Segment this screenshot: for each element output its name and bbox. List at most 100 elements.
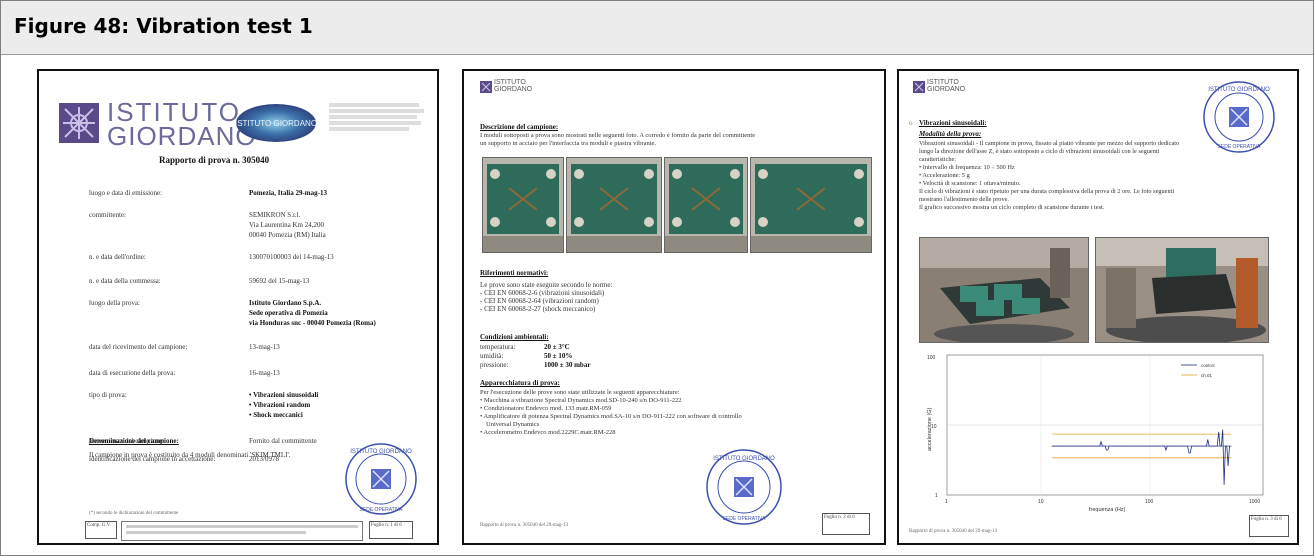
field-value: 130070100003 del 14-mag-13 — [249, 253, 334, 261]
svg-text:ISTITUTO GIORDANO: ISTITUTO GIORDANO — [713, 456, 775, 462]
logo-text-small-2: GIORDANO — [494, 86, 532, 93]
field-label: data di esecuzione della prova: — [89, 369, 175, 377]
field-value: • Vibrazioni sinusoidali — [249, 391, 318, 399]
field-value: SEMIKRON S.r.l. — [249, 211, 300, 219]
ytick-100: 100 — [927, 355, 936, 361]
field-label: data del ricevimento del campione: — [89, 343, 187, 351]
field-label: n. e data dell'ordine: — [89, 253, 146, 261]
field-value: 16-mag-13 — [249, 369, 280, 377]
equipment-4: • Accelerometro Endevco mod.2229C matr.R… — [480, 429, 616, 436]
setup-photo-2 — [1095, 237, 1269, 343]
logo-text-small-1: ISTITUTO — [927, 79, 959, 86]
sheet-number-box: Foglio n. 1 di 6 — [369, 521, 413, 539]
field-value: Pomezia, Italia 29-mag-13 — [249, 189, 327, 197]
report-page-2: ISTITUTO GIORDANO Descrizione del campio… — [462, 69, 886, 545]
stamp-icon: ISTITUTO GIORDANO SEDE OPERATIVA — [704, 447, 784, 527]
footer-notice-box — [121, 521, 363, 541]
setup-photo-1 — [919, 237, 1089, 343]
field-value: 13-mag-13 — [249, 343, 280, 351]
cond-hum-label: umidità: — [480, 352, 503, 360]
module-photo — [664, 157, 748, 253]
bullet-icon: o — [909, 119, 913, 127]
report-page-1: ISTITUTO GIORDANO ISTITUTO GIORDANO Rapp… — [37, 69, 439, 545]
ytick-1: 1 — [935, 493, 938, 499]
svg-text:ISTITUTO GIORDANO: ISTITUTO GIORDANO — [350, 449, 412, 455]
section-heading-equipment: Apparecchiatura di prova: — [480, 379, 560, 387]
footer-left-box: Comp. G.V. — [85, 521, 117, 539]
equipment-2: • Condizionatore Endevco mod. 133 matr.R… — [480, 405, 611, 412]
standard-2: - CEI EN 60068-2-64 (vibrazioni random) — [480, 297, 599, 305]
equipment-1: • Macchina a vibrazione Spectral Dynamic… — [480, 397, 682, 404]
field-value: Via Laurentina Km 24,200 — [249, 221, 324, 229]
mode-line-5: mostrano l'allestimento delle prove. — [919, 196, 1009, 203]
mode-line-2: lungo la direzione dell'asse Z, è stato … — [919, 148, 1159, 155]
xtick-1: 1 — [945, 499, 948, 505]
field-label: tipo di prova: — [89, 391, 127, 399]
mode-line-3: caratteristiche: — [919, 156, 956, 163]
cond-hum-value: 50 ± 10% — [544, 352, 572, 360]
mode-line-4: Il ciclo di vibrazioni è stato ripetuto … — [919, 188, 1174, 195]
report-page-3: ISTITUTO GIORDANO ISTITUTO GIORDANO SEDE… — [897, 69, 1299, 545]
xtick-100: 100 — [1145, 499, 1154, 505]
logo-text-small-2: GIORDANO — [927, 86, 965, 93]
mode-line-1: Vibrazioni sinusoidali - Il campione in … — [919, 140, 1179, 147]
sample-paragraph-2: un supporto in acciaio per l'interfaccia… — [480, 140, 656, 147]
standard-1: - CEI EN 60068-2-6 (vibrazioni sinusoida… — [480, 289, 604, 297]
field-value: 59692 del 15-mag-13 — [249, 277, 309, 285]
x-axis-label: frequenza (Hz) — [1089, 507, 1126, 513]
cond-press-value: 1000 ± 30 mbar — [544, 361, 590, 369]
standard-3: - CEI EN 60068-2-27 (shock meccanico) — [480, 305, 595, 313]
field-label: luogo della prova: — [89, 299, 140, 307]
equipment-intro: Per l'esecuzione delle prove sono state … — [480, 389, 680, 396]
field-label: n. e data della commessa: — [89, 277, 161, 285]
svg-text:SEDE OPERATIVA: SEDE OPERATIVA — [360, 507, 404, 513]
section-heading-sine: Vibrazioni sinusoidali: — [919, 119, 987, 127]
svg-text:SEDE OPERATIVA: SEDE OPERATIVA — [1218, 144, 1262, 150]
svg-text:ISTITUTO GIORDANO: ISTITUTO GIORDANO — [1208, 87, 1270, 93]
cond-temp-value: 20 ± 3°C — [544, 343, 570, 351]
xtick-1000: 1000 — [1249, 499, 1260, 505]
section-heading-standards: Riferimenti normativi: — [480, 269, 548, 277]
module-photo — [566, 157, 662, 253]
module-photo — [482, 157, 564, 253]
field-label: luogo e data di emissione: — [89, 189, 162, 197]
figure-title: Figure 48: Vibration test 1 — [14, 14, 313, 38]
legend-ch01: ch.01 — [1201, 373, 1213, 378]
figure-header: Figure 48: Vibration test 1 — [1, 1, 1313, 55]
denomination-text: Il campione in prova è costituito da 4 m… — [89, 451, 290, 459]
sweep-chart: 100 10 1 1 10 100 1000 frequenza (Hz) ac… — [919, 351, 1279, 513]
equipment-3: • Amplificatore di potenza Spectral Dyna… — [480, 413, 742, 420]
stamp-icon: ISTITUTO GIORDANO SEDE OPERATIVA — [1201, 79, 1277, 155]
y-axis-label: accelerazione (G) — [927, 407, 933, 451]
standards-intro: Le prove sono state eseguite secondo le … — [480, 281, 612, 289]
sheet-number-box: Foglio n. 2 di 6 — [822, 513, 870, 535]
figure-frame: Figure 48: Vibration test 1 ISTITUTO GIO… — [0, 0, 1314, 556]
sample-paragraph-1: I moduli sottoposti a prova sono mostrat… — [480, 132, 755, 139]
cond-temp-label: temperatura: — [480, 343, 515, 351]
cond-press-label: pressione: — [480, 361, 508, 369]
sheet-number-box: Foglio n. 3 di 6 — [1249, 515, 1289, 537]
mode-line-6: Il grafico successivo mostra un ciclo co… — [919, 204, 1104, 211]
field-label: committente: — [89, 211, 126, 219]
page-footer: Rapporto di prova n. 305040 del 29-mag-1… — [909, 529, 997, 534]
logo-text-small-1: ISTITUTO — [494, 79, 526, 86]
field-value: • Vibrazioni random — [249, 401, 310, 409]
equipment-3b: Universal Dynamics — [486, 421, 539, 428]
field-value: • Shock meccanici — [249, 411, 303, 419]
istituto-logo-small-icon — [480, 81, 492, 93]
field-value: Fornito dal committente — [249, 437, 317, 445]
section-heading-conditions: Condizioni ambientali: — [480, 333, 549, 341]
page-footer: Rapporto di prova n. 305040 del 29-mag-1… — [480, 523, 568, 528]
field-value: 00040 Pomezia (RM) Italia — [249, 231, 326, 239]
module-photo — [750, 157, 872, 253]
section-heading-mode: Modalità della prova: — [919, 130, 981, 138]
field-value: via Honduras snc - 00040 Pomezia (Roma) — [249, 319, 376, 327]
mode-bullet-2: • Accelerazione: 5 g — [919, 172, 970, 179]
istituto-logo-small-icon — [913, 81, 925, 93]
field-value: Sede operativa di Pomezia — [249, 309, 328, 317]
legend-control: control — [1201, 363, 1215, 368]
section-heading-sample: Descrizione del campione: — [480, 123, 558, 131]
stamp-icon: ISTITUTO GIORDANO SEDE OPERATIVA — [343, 441, 419, 517]
denomination-heading: Denominazione del campione: — [89, 437, 179, 445]
footnote: (*) secondo le dichiarazioni del committ… — [89, 511, 178, 516]
